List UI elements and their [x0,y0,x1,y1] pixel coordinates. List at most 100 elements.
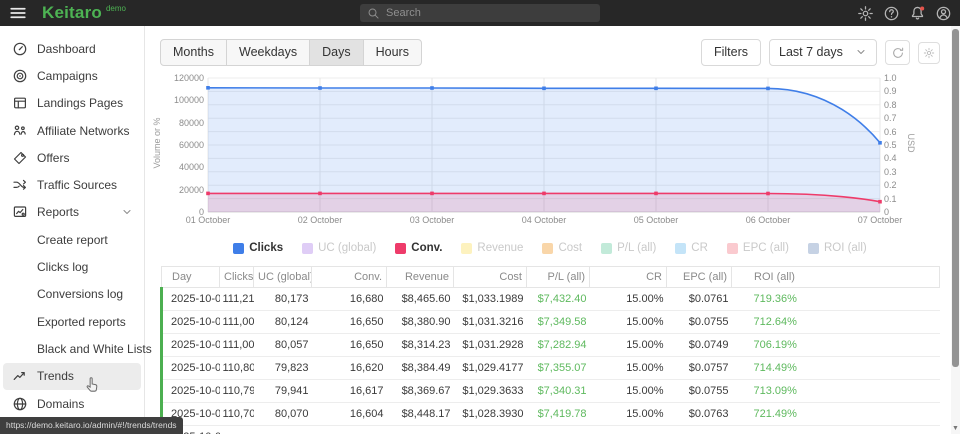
filters-button[interactable]: Filters [701,39,761,66]
cell-epc-all-: $0.0761 [667,288,732,311]
y-axis-tick-right: 0.6 [884,128,897,137]
table-row[interactable]: 2025-10-06110,7080,07016,604$8,448.17$1,… [162,403,940,426]
sidebar-item-reports[interactable]: Reports [0,199,144,226]
sidebar-item-traffic-sources[interactable]: Traffic Sources [0,171,144,198]
legend-item-roi-all-[interactable]: ROI (all) [808,242,867,254]
gear-icon [923,47,935,59]
search-input[interactable] [386,7,586,19]
help-icon[interactable] [883,5,900,22]
chart-legend: Clicks UC (global) Conv. Revenue Cost P/L (al… [160,242,940,254]
col-header-cr[interactable]: CR [590,267,667,288]
sidebar-item-exported-reports[interactable]: Exported reports [0,308,144,335]
legend-item-cost[interactable]: Cost [542,242,582,254]
y-axis-tick-left: 40000 [160,163,204,172]
pages-icon [12,95,28,111]
table-row[interactable]: 2025-10-04110,8079,82316,620$8,384.49$1,… [162,357,940,380]
sidebar-item-create-report[interactable]: Create report [0,226,144,253]
cell-epc-all-: $0.0755 [667,380,732,403]
col-header-epc-all-[interactable]: EPC (all) [667,267,732,288]
legend-item-conv-[interactable]: Conv. [395,242,442,254]
sidebar-item-clicks-log[interactable]: Clicks log [0,253,144,280]
chart-settings-button[interactable] [918,42,940,64]
legend-swatch [302,243,313,254]
cell-cr: 15.00% [590,380,667,403]
sidebar-item-black-and-white-lists[interactable]: Black and White Lists [0,335,144,362]
col-header-conv-[interactable]: Conv. [312,267,387,288]
table-row[interactable]: 2025-10-02111,0080,12416,650$8,380.90$1,… [162,311,940,334]
cell-clicks: 110,70 [220,403,254,426]
gear-icon[interactable] [857,5,874,22]
y-axis-tick-right: 0.7 [884,114,897,123]
cell-uc-global-: 80,173 [254,288,312,311]
col-header-clicks[interactable]: Clicks [220,267,254,288]
legend-item-epc-all-[interactable]: EPC (all) [727,242,789,254]
tab-days[interactable]: Days [309,39,363,66]
sidebar-item-trends[interactable]: Trends [3,363,141,390]
cell-revenue: $8,465.60 [387,288,454,311]
y-axis-tick-left: 20000 [160,186,204,195]
x-axis-tick: 01 October [173,216,243,225]
tab-hours[interactable]: Hours [363,39,422,66]
top-header: Keitaro demo [0,0,960,26]
sidebar-item-label: Exported reports [37,315,126,329]
cell-p-l-all-: $7,432.40 [527,288,590,311]
global-search[interactable] [360,4,600,22]
sidebar-item-label: Reports [37,205,79,219]
legend-swatch [727,243,738,254]
scrollbar-thumb[interactable] [952,29,959,367]
scrollbar-down-arrow[interactable]: ▼ [951,425,960,432]
refresh-icon [891,46,905,60]
cell-cost: $1,028.3930 [454,403,527,426]
legend-item-cr[interactable]: CR [675,242,708,254]
sidebar-item-affiliate-networks[interactable]: Affiliate Networks [0,117,144,144]
sidebar-item-label: Domains [37,397,84,411]
tab-months[interactable]: Months [160,39,227,66]
cell-roi-all-: 714.49% [732,357,940,380]
cell-day: 2025-10-02 [162,311,220,334]
cell-uc-global-: 80,070 [254,403,312,426]
date-range-select[interactable]: Last 7 days [769,39,877,66]
page-scrollbar[interactable]: ▼ [951,26,960,434]
cell-p-l-all-: $7,419.78 [527,403,590,426]
col-header-p-l-all-[interactable]: P/L (all) [527,267,590,288]
table-row[interactable]: 2025-10-05110,7979,94116,617$8,369.67$1,… [162,380,940,403]
col-header-uc-global-[interactable]: UC (global) [254,267,312,288]
bell-icon[interactable] [909,5,926,22]
chevron-down-icon [855,46,867,58]
sidebar-item-dashboard[interactable]: Dashboard [0,35,144,62]
sidebar-item-offers[interactable]: Offers [0,144,144,171]
table-row[interactable]: 2025-10-03111,0080,05716,650$8,314.23$1,… [162,334,940,357]
sidebar-item-landings-pages[interactable]: Landings Pages [0,90,144,117]
legend-item-p-l-all-[interactable]: P/L (all) [601,242,656,254]
legend-item-revenue[interactable]: Revenue [461,242,523,254]
header-actions [857,0,952,26]
table-row[interactable]: 2025-10-01111,2180,17316,680$8,465.60$1,… [162,288,940,311]
network-icon [12,123,28,139]
cell-roi-all-: 713.09% [732,380,940,403]
sidebar-item-label: Traffic Sources [37,178,117,192]
app-logo[interactable]: Keitaro [42,0,102,26]
cell-roi-all- [732,426,940,434]
col-header-roi-all-[interactable]: ROI (all) [732,267,940,288]
legend-item-uc-global-[interactable]: UC (global) [302,242,376,254]
hamburger-menu-icon[interactable] [9,4,27,22]
legend-item-clicks[interactable]: Clicks [233,242,283,254]
cell-conv-: 16,620 [312,357,387,380]
col-header-cost[interactable]: Cost [454,267,527,288]
person-icon[interactable] [935,5,952,22]
sidebar-item-domains[interactable]: Domains [0,390,144,417]
tab-weekdays[interactable]: Weekdays [226,39,310,66]
cell-roi-all-: 706.19% [732,334,940,357]
sidebar-item-conversions-log[interactable]: Conversions log [0,281,144,308]
refresh-button[interactable] [885,40,910,65]
table-row[interactable]: 2025-10-07 [162,426,940,434]
legend-swatch [542,243,553,254]
cell-cost: $1,031.2928 [454,334,527,357]
cell-clicks: 111,00 [220,334,254,357]
col-header-day[interactable]: Day [162,267,220,288]
tag-icon [12,150,28,166]
sidebar-item-campaigns[interactable]: Campaigns [0,62,144,89]
legend-swatch [461,243,472,254]
cell-clicks: 111,00 [220,311,254,334]
col-header-revenue[interactable]: Revenue [387,267,454,288]
